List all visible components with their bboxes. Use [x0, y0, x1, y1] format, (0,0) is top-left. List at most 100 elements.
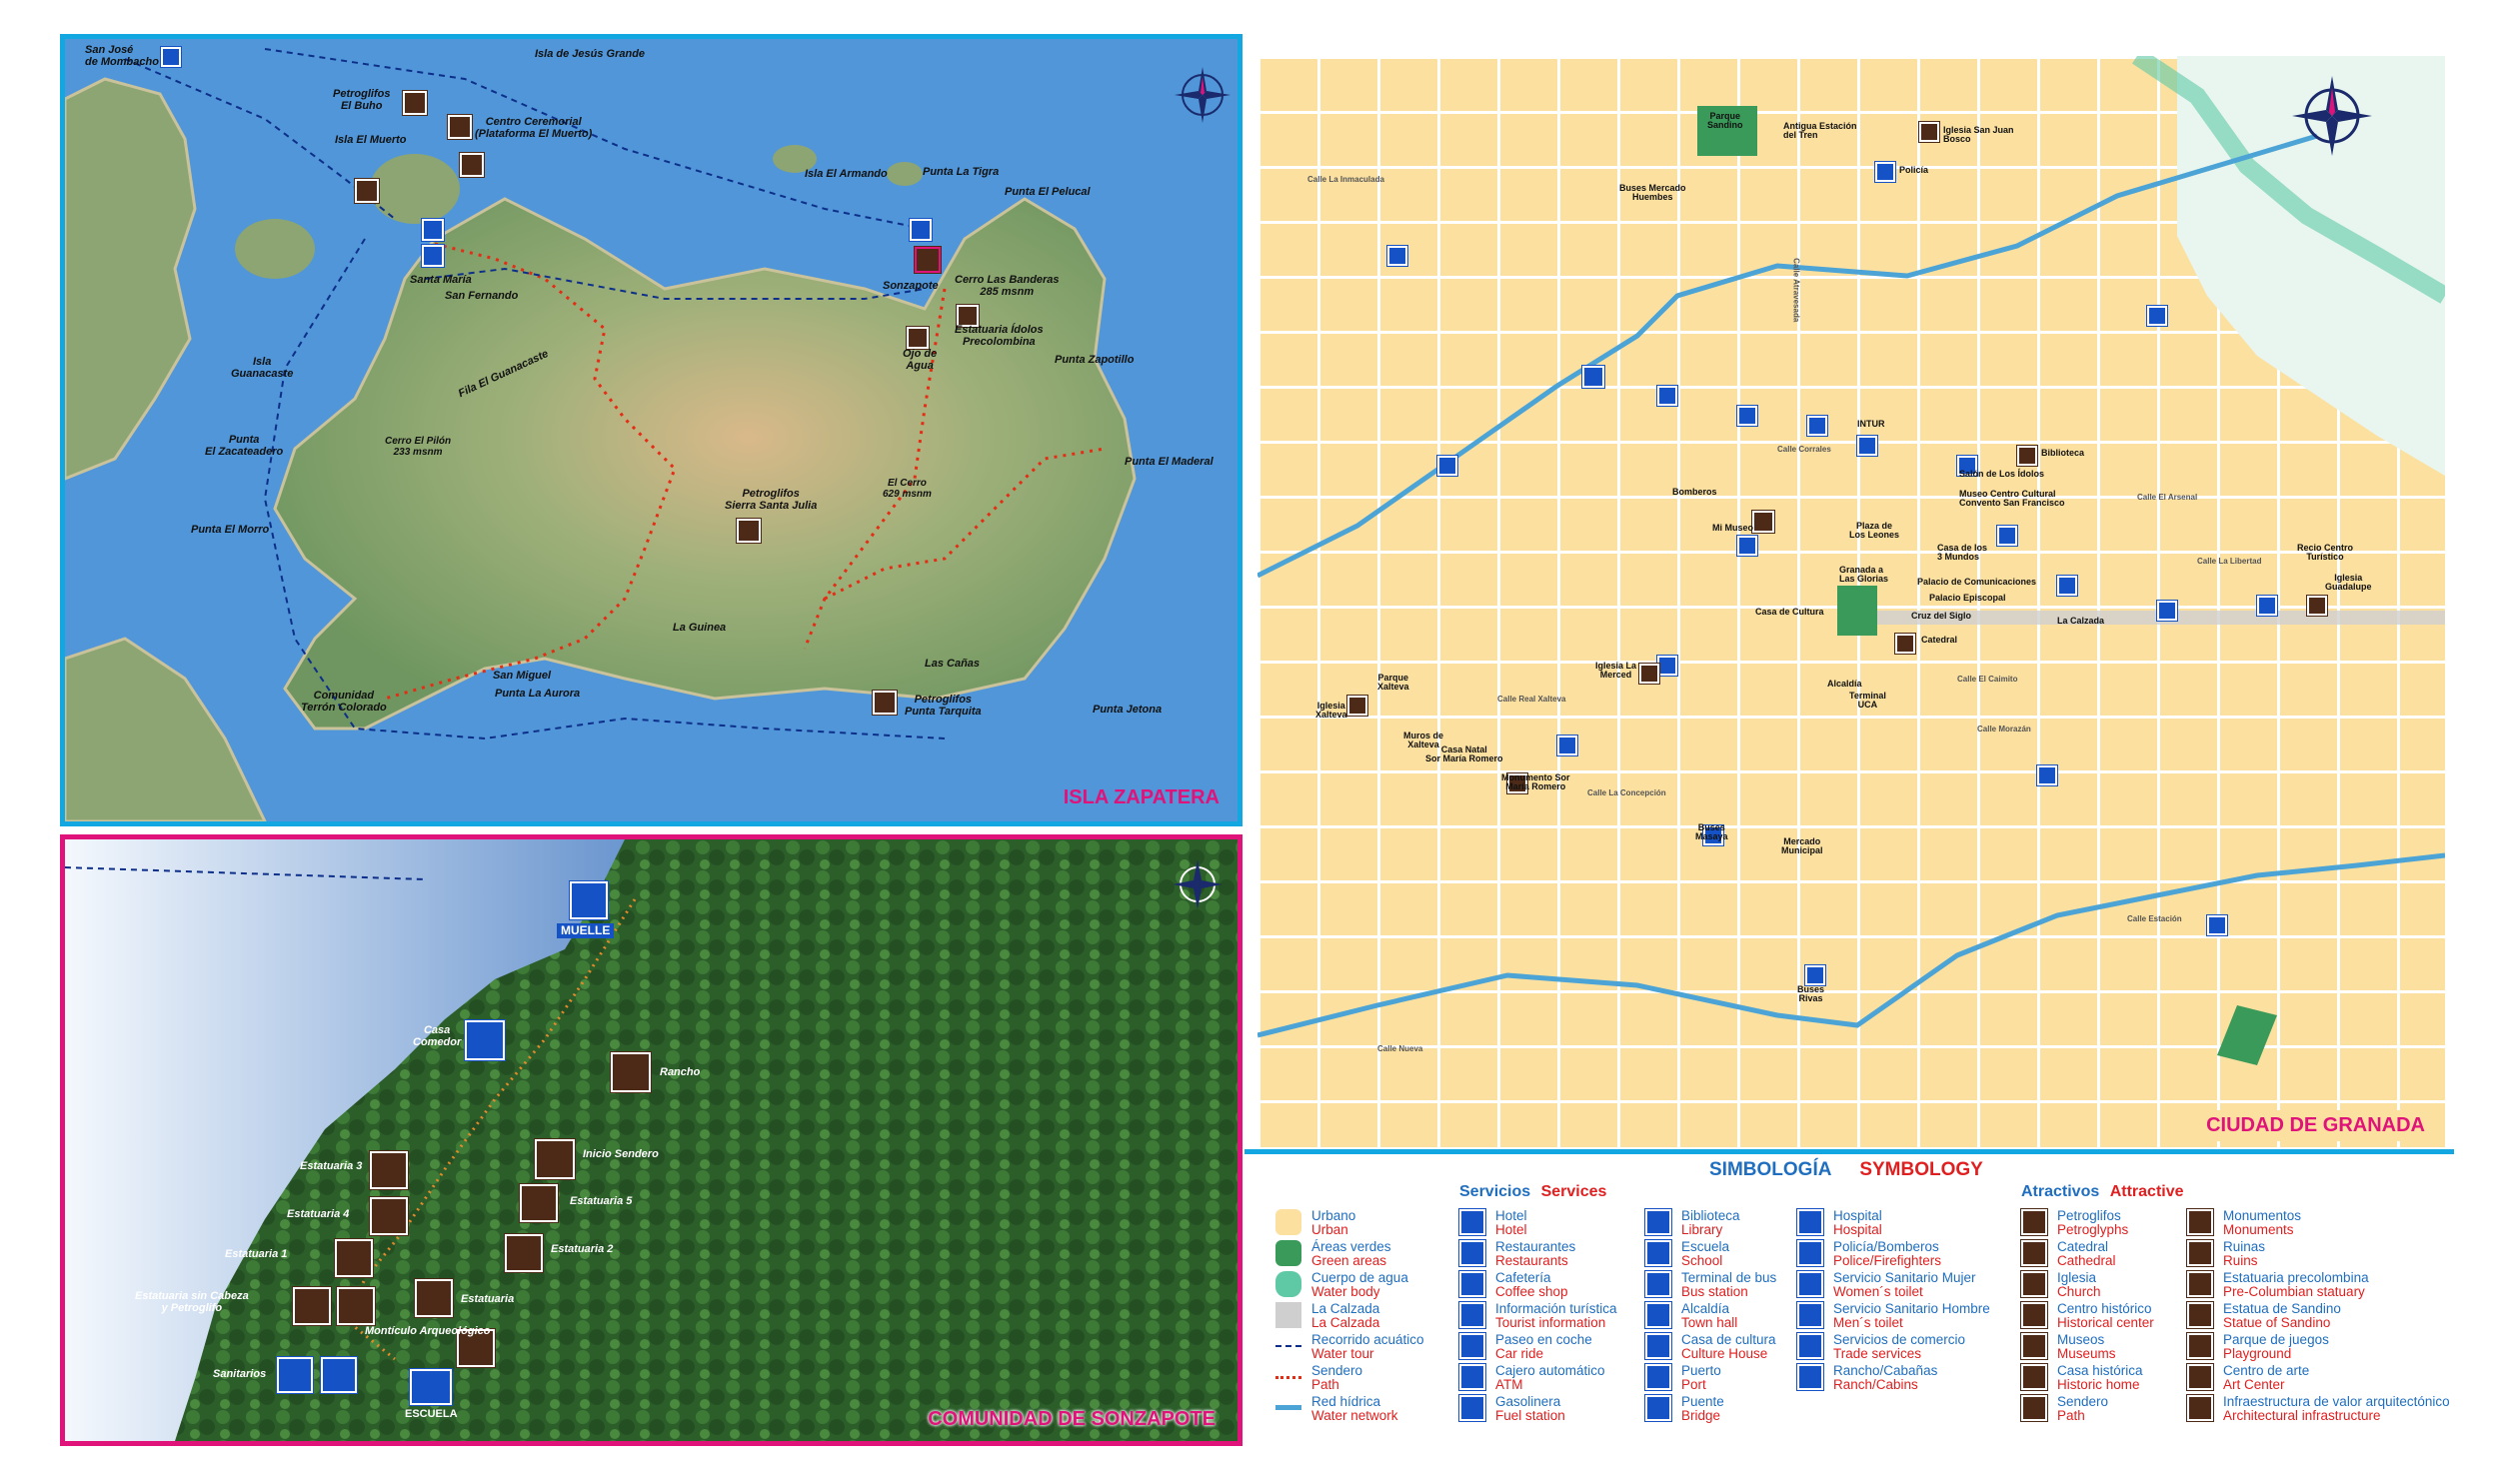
water-tour-line: [1275, 1345, 1301, 1347]
bridge-icon: [1645, 1395, 1671, 1421]
townhall-icon: [1645, 1302, 1671, 1328]
restaurant-icon: [1997, 526, 2017, 546]
label-punta-pelucal: Punta El Pelucal: [1005, 186, 1091, 198]
label-centro-ceremorial: Centro Ceremorial (Plataforma El Muerto): [475, 116, 593, 140]
art-icon: [2187, 1364, 2213, 1390]
statue-icon: [415, 1279, 453, 1317]
hotel-icon: [2257, 596, 2277, 616]
legend-label-es: Iglesia: [2057, 1270, 2097, 1285]
label-punta-aurora: Punta La Aurora: [495, 688, 581, 700]
legend-label-es: Cuerpo de agua: [1311, 1270, 1408, 1285]
label-museo-convento: Museo Centro Cultural Convento San Franc…: [1959, 489, 2065, 509]
info-icon: [1459, 1302, 1485, 1328]
legend-label-en: Car ride: [1495, 1346, 1544, 1361]
church-icon: [2307, 596, 2327, 616]
legend-label-es: Estatua de Sandino: [2223, 1301, 2341, 1316]
legend-label-es: Parque de juegos: [2223, 1332, 2329, 1347]
label-san-jose: San José de Mombacho: [85, 44, 159, 68]
water-source-icon: [907, 327, 929, 349]
library-icon: [2017, 446, 2037, 466]
legend-label-en: Culture House: [1681, 1346, 1768, 1361]
legend-label-en: Men´s toilet: [1833, 1315, 1903, 1330]
label-estatuaria3: Estatuaria 3: [300, 1160, 363, 1172]
label-casa-mundos: Casa de los 3 Mundos: [1937, 543, 1988, 563]
school-icon: [1645, 1240, 1671, 1266]
compass-rose-icon: [2292, 76, 2372, 156]
statue-icon: [337, 1287, 375, 1325]
label-casa-comedor: Casa Comedor: [413, 1024, 462, 1048]
legend-label-es: Paseo en coche: [1495, 1332, 1592, 1347]
label-santa-maria: Santa María: [410, 274, 472, 286]
legend-label-en: Coffee shop: [1495, 1284, 1568, 1299]
granada-map: Parque Sandino Antigua Estación del Tren…: [1257, 56, 2445, 1147]
label-granada-glorias: Granada a Las Glorias: [1839, 565, 1889, 585]
legend-label-es: Casa histórica: [2057, 1363, 2143, 1378]
label-la-calzada: La Calzada: [2057, 616, 2105, 626]
school-icon: [410, 1369, 452, 1405]
legend-label-es: Información turística: [1495, 1301, 1617, 1316]
label-cerro-pilon: Cerro El Pilón 233 msnm: [385, 436, 452, 458]
legend-label-en: Architectural infrastructure: [2223, 1408, 2381, 1423]
legend-heading-es: SIMBOLOGÍA: [1709, 1159, 1831, 1180]
church-icon: [1347, 696, 1367, 716]
label-catedral: Catedral: [1921, 635, 1958, 645]
label-palacio-epi: Palacio Episcopal: [1929, 593, 2006, 603]
label-san-fernando: San Fernando: [445, 290, 519, 302]
label-calle-estacion: Calle Estación: [2127, 914, 2182, 923]
legend-attractive-heading: Atractivos Attractive: [2021, 1183, 2184, 1201]
police-icon: [1875, 162, 1895, 182]
legend-label-es: Catedral: [2057, 1239, 2109, 1254]
label-sanitarios: Sanitarios: [213, 1368, 267, 1380]
legend-label-es: Infraestructura de valor arquitectónico: [2223, 1394, 2450, 1409]
label-policia: Policía: [1899, 165, 1929, 175]
cathedral-icon: [2021, 1240, 2047, 1266]
label-calle-libertad: Calle La Libertad: [2197, 557, 2262, 566]
church-icon: [1919, 122, 1939, 142]
police-icon: [1797, 1240, 1823, 1266]
label-monumento-sor: Monumento Sor María Romero: [1501, 772, 1570, 792]
legend-label-en: Tourist information: [1495, 1315, 1606, 1330]
label-calle-atravesada: Calle Atravesada: [1791, 258, 1801, 323]
label-sin-cabeza: Estatuaria sin Cabeza y Petroglifo: [135, 1290, 249, 1314]
petroglyph-icon: [737, 519, 761, 543]
legend-label-es: Servicio Sanitario Hombre: [1833, 1301, 1990, 1316]
legend-label-es: Gasolinera: [1495, 1394, 1561, 1409]
men-toilet-icon: [321, 1357, 357, 1393]
legend-label-es: Biblioteca: [1681, 1208, 1740, 1223]
culture-icon: [1645, 1333, 1671, 1359]
legend-divider: [1245, 1149, 2454, 1154]
legend-label-es: Sendero: [2057, 1394, 2109, 1409]
legend-label-es: Alcaldía: [1681, 1301, 1730, 1316]
services-es: Servicios: [1459, 1183, 1531, 1200]
label-estatuaria1: Estatuaria 1: [225, 1248, 288, 1260]
label-mercado: Mercado Municipal: [1781, 836, 1823, 856]
label-rancho: Rancho: [660, 1066, 701, 1078]
label-bomberos: Bomberos: [1672, 487, 1717, 497]
hotel-icon: [2147, 306, 2167, 326]
ruins-icon: [2187, 1240, 2213, 1266]
label-salon-idolos: Salón de Los Ídolos: [1959, 469, 2045, 479]
museum-icon: [1752, 511, 1774, 533]
hotel-icon: [1459, 1209, 1485, 1235]
women-toilet-icon: [1797, 1271, 1823, 1297]
church-icon: [1639, 664, 1659, 684]
legend-heading-en: SYMBOLOGY: [1859, 1159, 1983, 1180]
label-inicio-sendero: Inicio Sendero: [583, 1148, 659, 1160]
label-las-canas: Las Cañas: [925, 658, 981, 670]
legend-label-en: Hospital: [1833, 1222, 1882, 1237]
label-iglesia-xalteva: Iglesia Xalteva: [1315, 701, 1347, 721]
label-iglesia-merced: Iglesia La Merced: [1595, 661, 1637, 681]
label-isla-muerto: Isla El Muerto: [335, 134, 407, 146]
historic-center-icon: [2021, 1302, 2047, 1328]
label-punta-madera: Punta El Maderal: [1125, 456, 1214, 468]
legend-label-en: Fuel station: [1495, 1408, 1565, 1423]
ranch-icon: [1797, 1364, 1823, 1390]
label-alcaldia: Alcaldía: [1827, 679, 1862, 689]
label-antigua-estacion: Antigua Estación del Tren: [1783, 121, 1857, 141]
label-comunidad-terron: Comunidad Terrón Colorado: [301, 690, 387, 714]
label-estatuaria2: Estatuaria 2: [551, 1243, 614, 1255]
legend-label-es: Restaurantes: [1495, 1239, 1576, 1254]
label-iglesia-guadalupe: Iglesia Guadalupe: [2325, 573, 2372, 593]
legend-label-en: Cathedral: [2057, 1253, 2116, 1268]
hiker-icon: [2021, 1395, 2047, 1421]
